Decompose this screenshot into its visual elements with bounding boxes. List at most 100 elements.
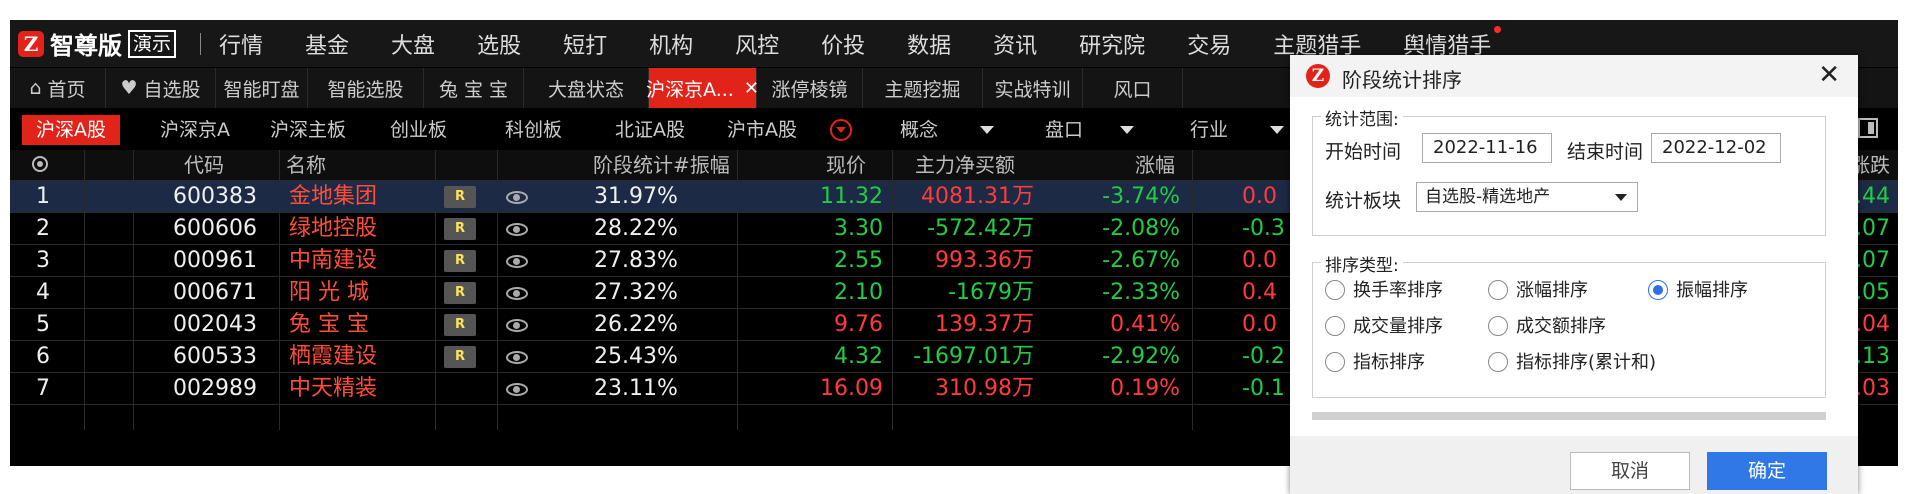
close-icon[interactable]: ✕: [1818, 60, 1840, 90]
block-select-value: 自选股-精选地产: [1425, 187, 1551, 207]
tab-training[interactable]: 实战特训: [983, 68, 1083, 108]
eye-icon[interactable]: [506, 383, 528, 396]
row-index: 3: [36, 248, 50, 273]
menu-news[interactable]: 资讯: [993, 28, 1037, 60]
handicap-dropdown-icon[interactable]: [1120, 126, 1134, 134]
subtab-main-board[interactable]: 沪深主板: [270, 115, 346, 145]
concept-dropdown-icon[interactable]: [980, 126, 994, 134]
menu-trade[interactable]: 交易: [1187, 28, 1231, 60]
header-change[interactable]: 涨幅: [1135, 150, 1175, 180]
header-net-buy[interactable]: 主力净买额: [915, 150, 1015, 180]
demo-badge[interactable]: 演示: [128, 29, 177, 58]
menu-short-trade[interactable]: 短打: [563, 28, 607, 60]
heart-icon: ♥: [120, 77, 138, 99]
menu-value[interactable]: 价投: [821, 28, 865, 60]
ok-button[interactable]: 确定: [1707, 452, 1827, 490]
r-badge[interactable]: R: [444, 346, 476, 368]
menu-risk[interactable]: 风控: [735, 28, 779, 60]
menu-data[interactable]: 数据: [907, 28, 951, 60]
eye-icon[interactable]: [506, 351, 528, 364]
net-buy-value: -1679万: [948, 280, 1034, 305]
menu-market[interactable]: 大盘: [391, 28, 435, 60]
stock-name: 阳 光 城: [289, 280, 369, 305]
cancel-button[interactable]: 取消: [1570, 452, 1690, 490]
stock-code: 000961: [173, 248, 257, 273]
change-value: 0.19%: [1110, 376, 1180, 401]
tab-tubaobao[interactable]: 兔 宝 宝: [424, 68, 524, 108]
header-code[interactable]: 代码: [184, 150, 224, 180]
subtab-star[interactable]: 科创板: [505, 115, 562, 145]
app-logo: Z 智尊版 演示: [18, 26, 177, 61]
subtab-concept[interactable]: 概念: [900, 115, 938, 145]
start-date-input[interactable]: 2022-11-16: [1422, 133, 1552, 163]
tab-smart-pick[interactable]: 智能选股: [308, 68, 424, 108]
tab-home[interactable]: ⌂ 首页: [10, 68, 106, 108]
column-divider: [737, 150, 738, 430]
column-divider: [133, 150, 134, 430]
menu-institution[interactable]: 机构: [649, 28, 693, 60]
subtab-shszj-a[interactable]: 沪深京A: [160, 115, 230, 145]
r-badge[interactable]: R: [444, 186, 476, 208]
eye-icon[interactable]: [506, 191, 528, 204]
r-badge[interactable]: R: [444, 282, 476, 304]
radio-amplitude[interactable]: 振幅排序: [1648, 279, 1748, 303]
partially-hidden-value: 0.0: [1242, 312, 1277, 337]
price-value: 2.55: [834, 248, 883, 273]
more-dropdown-icon[interactable]: [830, 119, 852, 141]
start-time-label: 开始时间: [1325, 141, 1402, 163]
stock-code: 002043: [173, 312, 257, 337]
subtab-shsz-a[interactable]: 沪深A股: [22, 115, 120, 145]
r-badge[interactable]: R: [444, 314, 476, 336]
net-buy-value: 993.36万: [935, 248, 1034, 273]
header-price[interactable]: 现价: [826, 150, 866, 180]
block-label: 统计板块: [1325, 190, 1402, 212]
price-value: 4.32: [834, 344, 883, 369]
menu-fund[interactable]: 基金: [305, 28, 349, 60]
subtab-sh-a[interactable]: 沪市A股: [727, 115, 797, 145]
block-select[interactable]: 自选股-精选地产: [1416, 182, 1638, 212]
tab-watchlist[interactable]: ♥ 自选股: [106, 68, 216, 108]
tab-trend[interactable]: 风口: [1083, 68, 1183, 108]
settings-icon[interactable]: [32, 156, 48, 172]
eye-icon[interactable]: [506, 287, 528, 300]
radio-volume[interactable]: 成交量排序: [1325, 315, 1443, 339]
header-name[interactable]: 名称: [286, 150, 326, 180]
amplitude-value: 28.22%: [594, 216, 678, 241]
column-divider: [1192, 150, 1193, 430]
column-divider: [279, 150, 280, 430]
industry-dropdown-icon[interactable]: [1270, 126, 1284, 134]
radio-change[interactable]: 涨幅排序: [1488, 279, 1588, 303]
r-badge[interactable]: R: [444, 250, 476, 272]
header-amplitude[interactable]: 阶段统计#振幅: [593, 150, 730, 180]
radio-turnover[interactable]: 换手率排序: [1325, 279, 1443, 303]
menu-quotes[interactable]: 行情: [219, 28, 263, 60]
eye-icon[interactable]: [506, 223, 528, 236]
subtab-handicap[interactable]: 盘口: [1045, 115, 1083, 145]
tab-limit-prism[interactable]: 涨停棱镜: [757, 68, 863, 108]
tab-theme-mining[interactable]: 主题挖掘: [863, 68, 983, 108]
range-group: 统计范围: 开始时间 2022-11-16 结束时间 2022-12-02 统计…: [1312, 105, 1826, 236]
radio-indicator-cumulative[interactable]: 指标排序(累计和): [1488, 351, 1656, 375]
subtab-gem[interactable]: 创业板: [390, 115, 447, 145]
tab-shsz-a[interactable]: 沪深京A... ✕: [646, 68, 759, 108]
menu-research[interactable]: 研究院: [1079, 28, 1145, 60]
radio-amount[interactable]: 成交额排序: [1488, 315, 1606, 339]
eye-icon[interactable]: [506, 319, 528, 332]
radio-indicator[interactable]: 指标排序: [1325, 351, 1425, 375]
eye-icon[interactable]: [506, 255, 528, 268]
r-badge[interactable]: R: [444, 218, 476, 240]
subtab-industry[interactable]: 行业: [1190, 115, 1228, 145]
range-label: 统计范围:: [1321, 105, 1403, 130]
amplitude-value: 25.43%: [594, 344, 678, 369]
tab-label: 沪深京A...: [646, 78, 734, 101]
end-date-input[interactable]: 2022-12-02: [1651, 133, 1781, 163]
split-panel-icon[interactable]: [1858, 118, 1878, 138]
subtab-bse[interactable]: 北证A股: [615, 115, 685, 145]
stock-name: 栖霞建设: [289, 344, 378, 369]
tab-market-status[interactable]: 大盘状态: [524, 68, 649, 108]
tab-smart-watch[interactable]: 智能盯盘: [216, 68, 308, 108]
change-value: -2.08%: [1102, 216, 1180, 241]
menu-stock-picker[interactable]: 选股: [477, 28, 521, 60]
stock-code: 600533: [173, 344, 257, 369]
partially-hidden-value: -0.3: [1242, 216, 1285, 241]
